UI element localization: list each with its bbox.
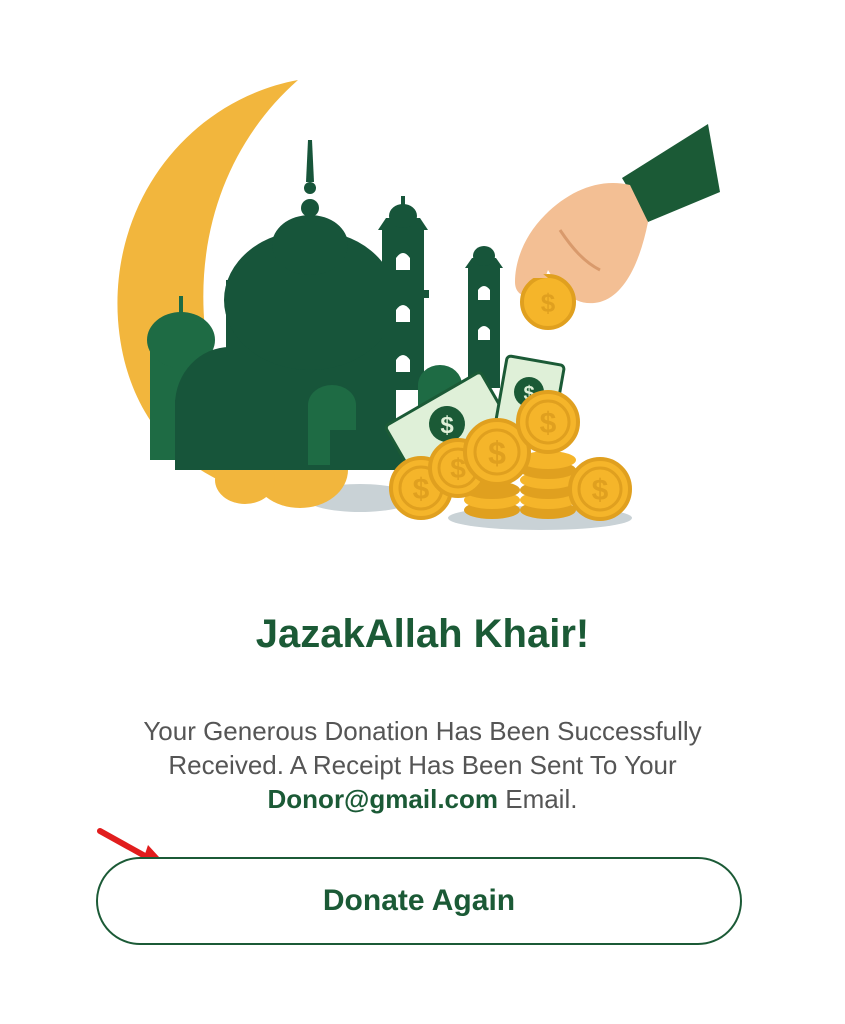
gold-coin-icon: $ [516, 390, 580, 454]
svg-text:$: $ [541, 288, 556, 318]
svg-text:$: $ [413, 473, 430, 506]
message-line-2: Received. A Receipt Has Been Sent To You… [168, 750, 677, 780]
message-line-1: Your Generous Donation Has Been Successf… [143, 716, 702, 746]
hand-giving-coin-icon: $ [515, 124, 720, 330]
message-email-suffix: Email. [498, 784, 578, 814]
gold-coin-icon: $ [568, 457, 632, 521]
donor-email: Donor@gmail.com [267, 784, 498, 814]
svg-text:$: $ [592, 474, 609, 507]
donate-again-button[interactable]: Donate Again [96, 857, 742, 945]
mosque-donation-illustration: $ $ $ $ $ $ $ $ [117, 80, 720, 530]
page-title: JazakAllah Khair! [255, 612, 590, 656]
svg-text:$: $ [540, 407, 557, 440]
svg-text:$: $ [488, 435, 506, 471]
confirmation-message: Your Generous Donation Has Been Successf… [105, 714, 740, 816]
svg-text:$: $ [440, 412, 454, 439]
